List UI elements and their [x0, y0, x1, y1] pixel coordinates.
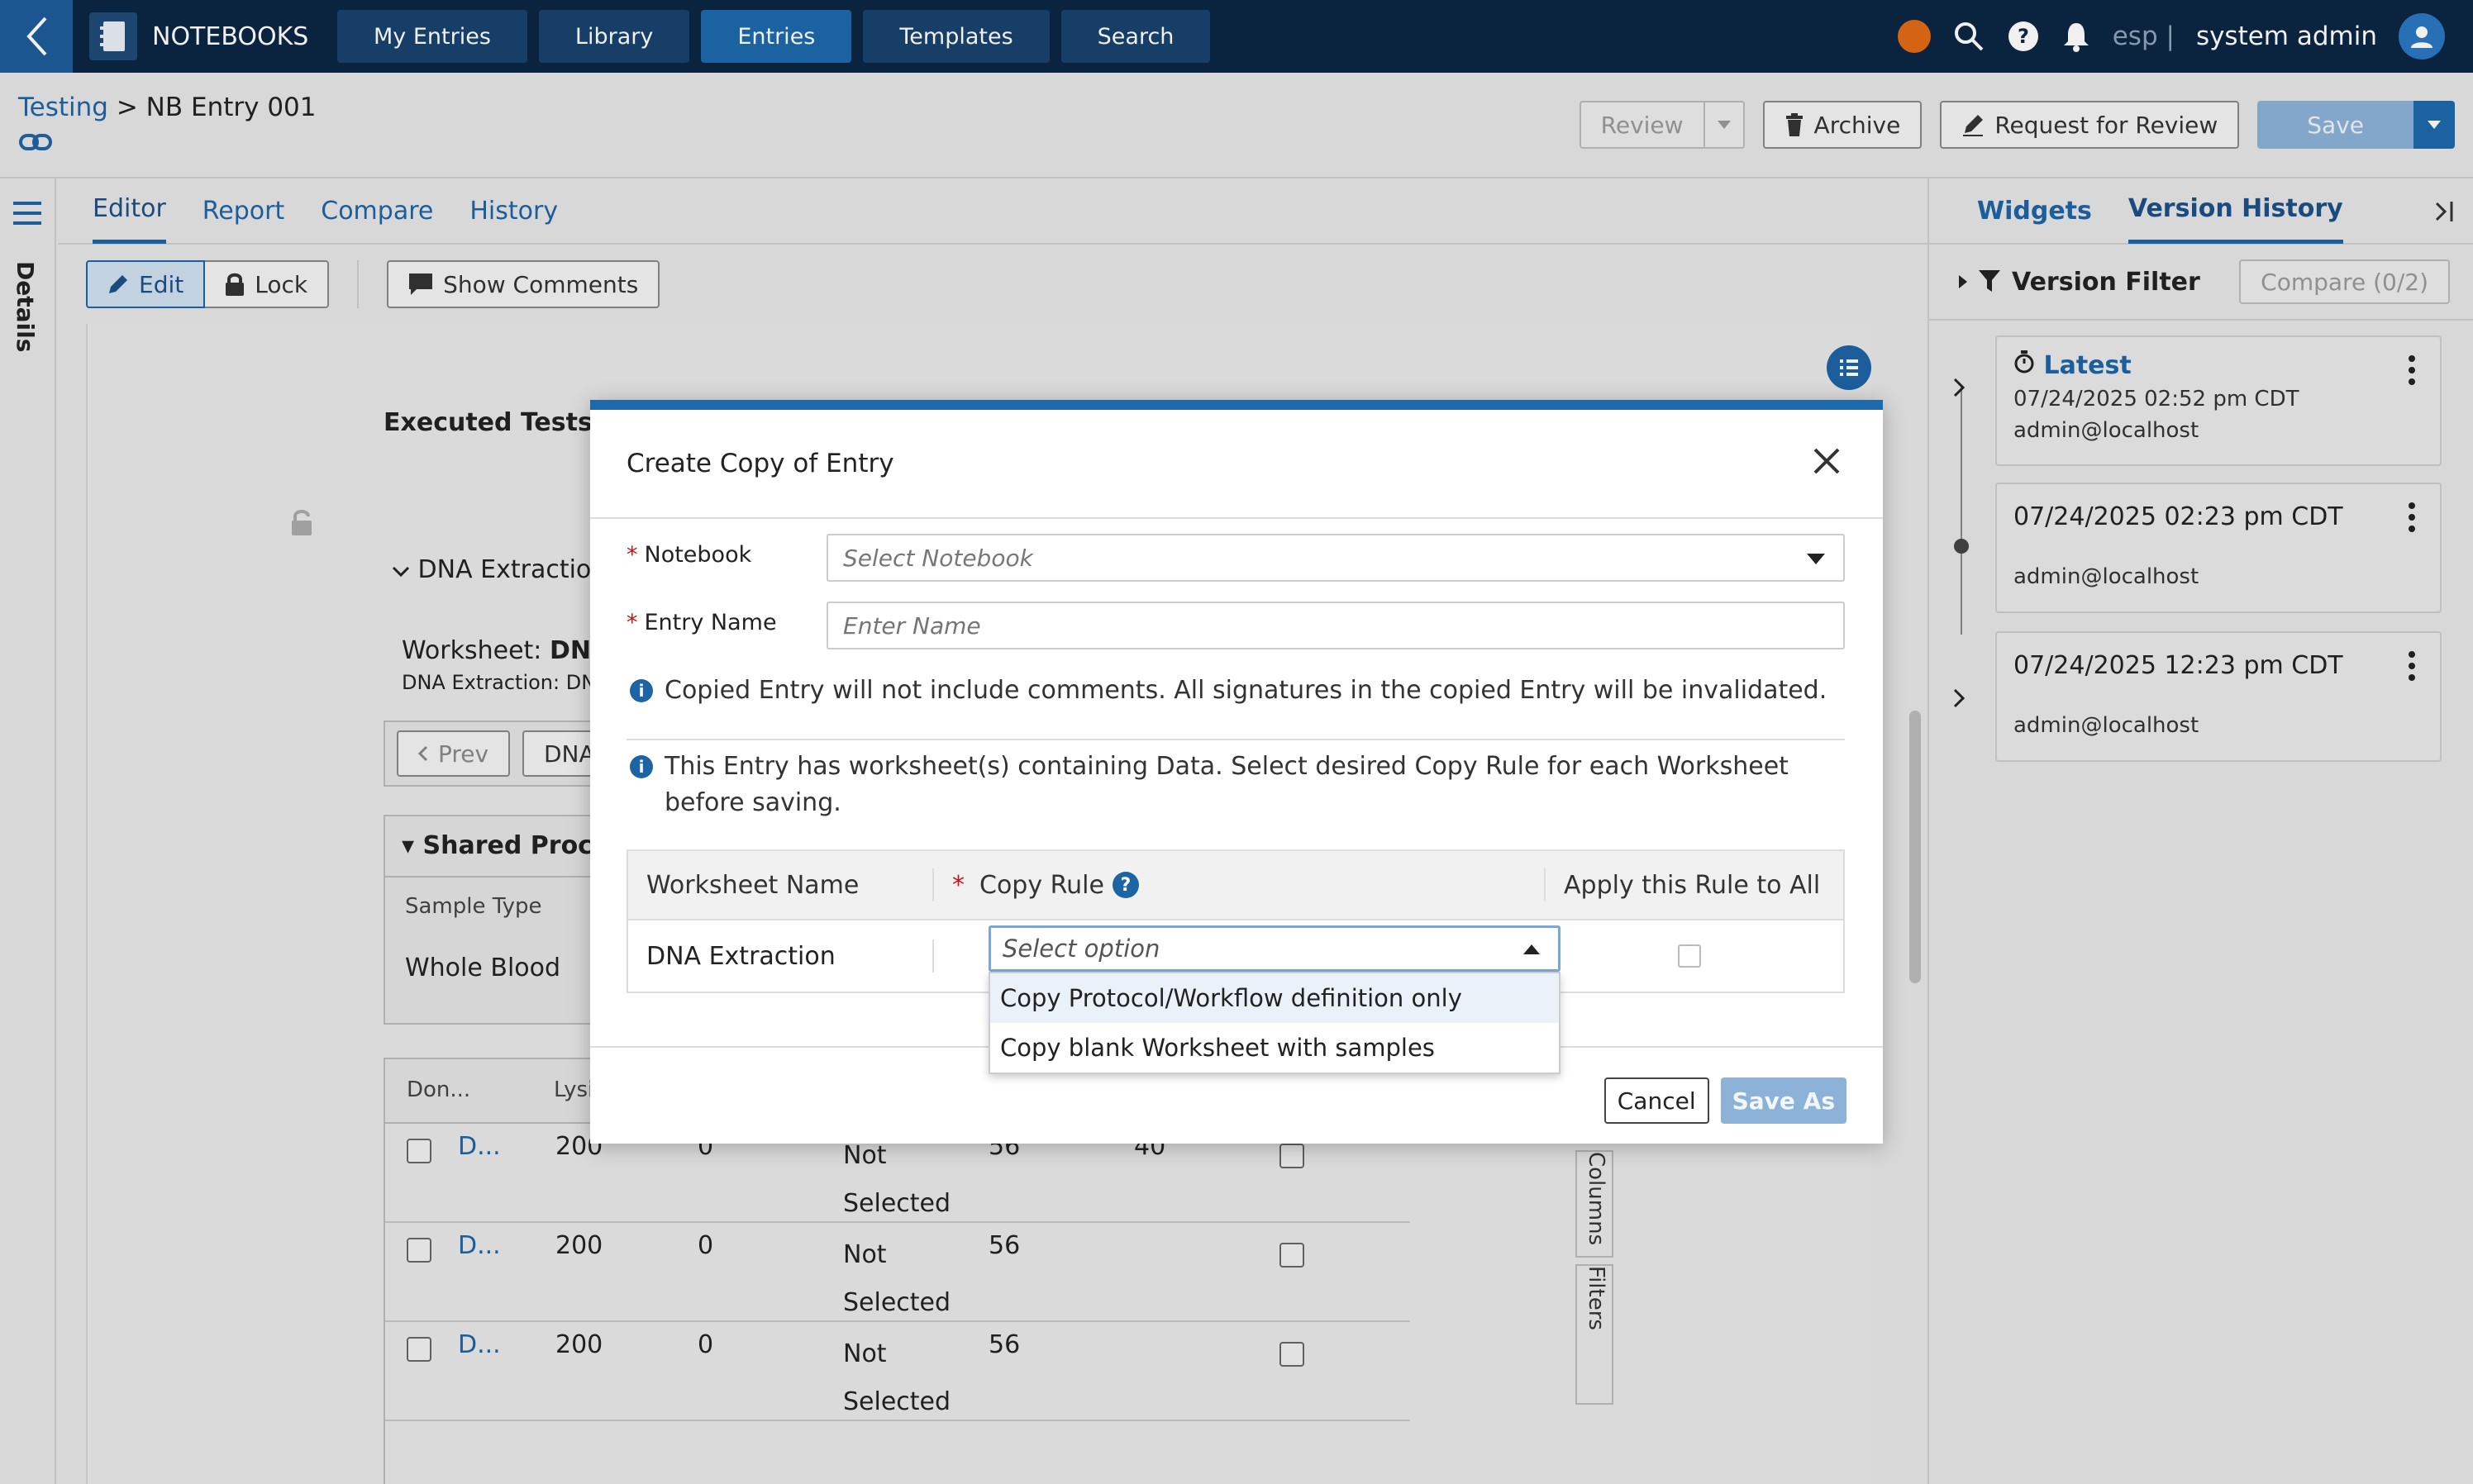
- create-copy-dialog: Create Copy of Entry * Notebook Select No…: [590, 400, 1883, 1144]
- info-icon: i: [630, 679, 653, 702]
- dialog-actions: Cancel Save As: [1603, 1077, 1846, 1124]
- cancel-button[interactable]: Cancel: [1603, 1077, 1709, 1124]
- worksheet-copy-rule-table: Worksheet Name * Copy Rule? Apply this Ru…: [627, 849, 1845, 1074]
- table-header: Worksheet Name * Copy Rule? Apply this Ru…: [628, 851, 1843, 920]
- dialog-header: Create Copy of Entry: [590, 410, 1883, 519]
- notebook-label: * Notebook: [627, 542, 752, 568]
- entry-name-input[interactable]: [827, 602, 1845, 649]
- entry-name-field-row: * Entry Name: [627, 610, 825, 635]
- notebook-field-row: * Notebook: [627, 542, 825, 568]
- comments-info-message: i Copied Entry will not include comments…: [630, 673, 1837, 709]
- copy-rule-dropdown: Copy Protocol/Workflow definition only C…: [989, 972, 1561, 1074]
- worksheet-name-cell: DNA Extraction: [628, 939, 934, 973]
- save-as-button[interactable]: Save As: [1720, 1077, 1846, 1124]
- caret-up-icon: [1523, 944, 1540, 954]
- dialog-title: Create Copy of Entry: [627, 449, 894, 478]
- entry-name-label: * Entry Name: [627, 610, 777, 635]
- option-copy-blank-worksheet[interactable]: Copy blank Worksheet with samples: [990, 1023, 1559, 1073]
- close-icon[interactable]: [1810, 445, 1843, 478]
- notebook-select[interactable]: Select Notebook: [827, 534, 1845, 582]
- info-icon: i: [630, 755, 653, 778]
- dialog-divider: [627, 739, 1845, 740]
- apply-to-all-checkbox[interactable]: [1678, 944, 1701, 968]
- help-icon[interactable]: ?: [1112, 872, 1139, 898]
- caret-down-icon: [1807, 554, 1825, 564]
- copy-rule-select[interactable]: Select option: [989, 925, 1561, 972]
- copy-rule-info-message: i This Entry has worksheet(s) containing…: [630, 749, 1837, 821]
- option-copy-protocol[interactable]: Copy Protocol/Workflow definition only: [990, 973, 1559, 1023]
